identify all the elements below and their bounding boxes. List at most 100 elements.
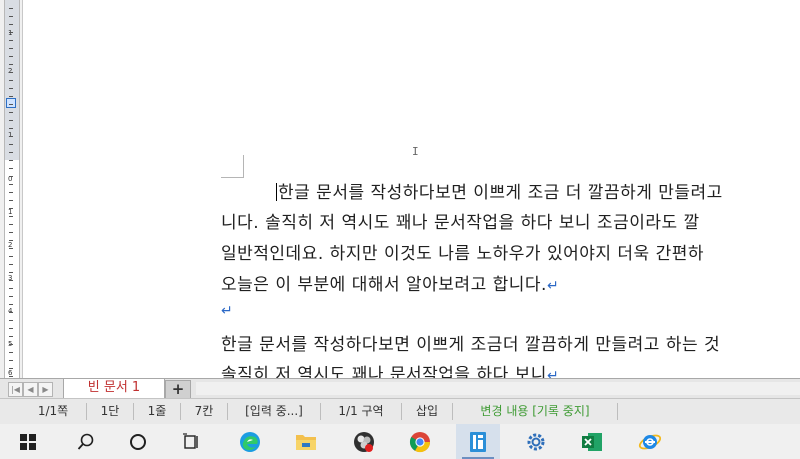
ruler-number: 1 [8, 208, 13, 216]
ruler-tick [9, 208, 13, 209]
text-line-content: 한글 문서를 작성하다보면 이쁘게 조금더 깔끔하게 만들려고 하는 것 [221, 335, 721, 355]
prev-tab-button[interactable]: ◀ [23, 382, 38, 397]
ruler-tick [9, 304, 13, 305]
text-line-content: 솔직히 저 역시도 꽤나 문서작업을 하다 보니 [221, 365, 547, 378]
status-char[interactable]: 7칸 [181, 403, 228, 420]
ruler-tick [9, 48, 13, 49]
indent-marker[interactable] [6, 98, 16, 108]
text-line[interactable]: 오늘은 이 부분에 대해서 알아보려고 합니다.↵ [221, 270, 559, 295]
obs-icon [354, 431, 374, 452]
ruler-tick [9, 24, 13, 25]
ruler-tick [9, 216, 13, 217]
ruler-tick [9, 184, 13, 185]
page-corner-mark [221, 155, 244, 178]
ruler-tick [9, 376, 13, 377]
status-line[interactable]: 1줄 [134, 403, 181, 420]
gear-icon [527, 433, 545, 450]
text-line[interactable]: ↵ [221, 300, 233, 320]
paragraph-mark: ↵ [546, 368, 560, 378]
ruler-tick [9, 200, 13, 201]
ruler-tick [9, 88, 13, 89]
ruler-tick [9, 320, 13, 321]
ruler-tick [9, 56, 13, 57]
document-page[interactable]: I 한글 문서를 작성하다보면 이쁘게 조금 더 깔끔하게 만들려고 니다. 솔… [23, 0, 800, 378]
ruler-tick [9, 264, 13, 265]
status-page[interactable]: 1/1쪽 [20, 403, 87, 420]
status-input-mode[interactable]: [입력 중...] [228, 403, 321, 420]
folder-icon [296, 434, 316, 450]
settings-app-button[interactable] [514, 424, 558, 459]
ruler-tick [9, 176, 13, 177]
text-line[interactable]: 일반적인데요. 하지만 이것도 나름 노하우가 있어야지 더욱 간편하 [221, 239, 704, 264]
ruler-tick [9, 152, 13, 153]
document-tab-bar: |◀ ◀ ▶ 빈 문서 1 + [0, 378, 800, 399]
text-line-content: 니다. 솔직히 저 역시도 꽤나 문서작업을 하다 보니 조금이라도 깔 [221, 213, 700, 233]
excel-button[interactable] [570, 424, 614, 459]
ruler-tick [9, 80, 13, 81]
ruler-tick [9, 128, 13, 129]
obs-button[interactable] [342, 424, 386, 459]
file-explorer-button[interactable] [284, 424, 328, 459]
ruler-tick [9, 168, 13, 169]
task-view-button[interactable] [170, 424, 214, 459]
ruler-tick [9, 112, 13, 113]
ruler-tick [9, 352, 13, 353]
task-view-icon [183, 432, 198, 449]
edge-icon [240, 431, 260, 452]
chrome-icon [409, 431, 431, 452]
internet-explorer-icon [638, 434, 662, 449]
status-bar: 1/1쪽 1단 1줄 7칸 [입력 중...] 1/1 구역 삽입 변경 내용 … [0, 398, 800, 425]
text-line[interactable]: 솔직히 저 역시도 꽤나 문서작업을 하다 보니↵ [221, 360, 559, 378]
ruler-tick [9, 120, 13, 121]
internet-explorer-button[interactable] [628, 424, 672, 459]
chrome-button[interactable] [398, 424, 442, 459]
ruler-tick [9, 272, 13, 273]
first-tab-button[interactable]: |◀ [8, 382, 23, 397]
text-line-content: 한글 문서를 작성하다보면 이쁘게 조금 더 깔끔하게 만들려고 [278, 183, 723, 203]
cortana-button[interactable] [116, 424, 160, 459]
ruler-tick [9, 160, 13, 161]
ruler-tick [9, 336, 13, 337]
cortana-icon [130, 433, 146, 450]
ruler-tick [9, 312, 13, 313]
excel-icon [582, 432, 602, 451]
ruler-tick [9, 96, 13, 97]
vertical-ruler[interactable]: 1 2 1 0 1 2 3 4 5 6 [0, 0, 23, 378]
status-track-changes[interactable]: 변경 내용 [기록 중지] [453, 403, 618, 420]
text-line[interactable]: 한글 문서를 작성하다보면 이쁘게 조금더 깔끔하게 만들려고 하는 것 [221, 330, 720, 355]
hangul-word-processor-button[interactable] [456, 424, 500, 459]
ruler-tick [9, 32, 13, 33]
ruler-tick [9, 328, 13, 329]
ruler-tick [9, 248, 13, 249]
ruler-tick [9, 280, 13, 281]
edge-button[interactable] [228, 424, 272, 459]
text-line[interactable]: 니다. 솔직히 저 역시도 꽤나 문서작업을 하다 보니 조금이라도 깔 [221, 208, 700, 233]
next-tab-button[interactable]: ▶ [38, 382, 53, 397]
hangul-document-icon [470, 431, 486, 452]
search-icon [77, 433, 94, 450]
ruler-tick [9, 368, 13, 369]
ruler-tick [9, 344, 13, 345]
windows-start-button[interactable] [6, 424, 50, 459]
text-line[interactable]: 한글 문서를 작성하다보면 이쁘게 조금 더 깔끔하게 만들려고 [276, 178, 723, 203]
paragraph-mark: ↵ [546, 278, 560, 294]
ruler-number: 0 [8, 175, 13, 183]
text-line-content: 오늘은 이 부분에 대해서 알아보려고 합니다. [221, 275, 547, 295]
ruler-tick [9, 8, 13, 9]
ruler-tick [9, 64, 13, 65]
add-tab-button[interactable]: + [165, 380, 191, 399]
ruler-tick [9, 192, 13, 193]
mouse-ibeam-cursor: I [412, 145, 419, 158]
ruler-tick [9, 16, 13, 17]
ruler-tick [9, 104, 13, 105]
horizontal-scrollbar[interactable] [196, 382, 800, 395]
paragraph-mark: ↵ [221, 303, 234, 319]
search-button[interactable] [64, 424, 108, 459]
status-insert-mode[interactable]: 삽입 [402, 403, 453, 420]
status-column[interactable]: 1단 [87, 403, 134, 420]
windows-taskbar [0, 424, 800, 459]
status-section[interactable]: 1/1 구역 [321, 403, 402, 420]
text-line-content: 일반적인데요. 하지만 이것도 나름 노하우가 있어야지 더욱 간편하 [221, 244, 705, 264]
ruler-tick [9, 232, 13, 233]
tab-document-1[interactable]: 빈 문서 1 [63, 379, 165, 399]
